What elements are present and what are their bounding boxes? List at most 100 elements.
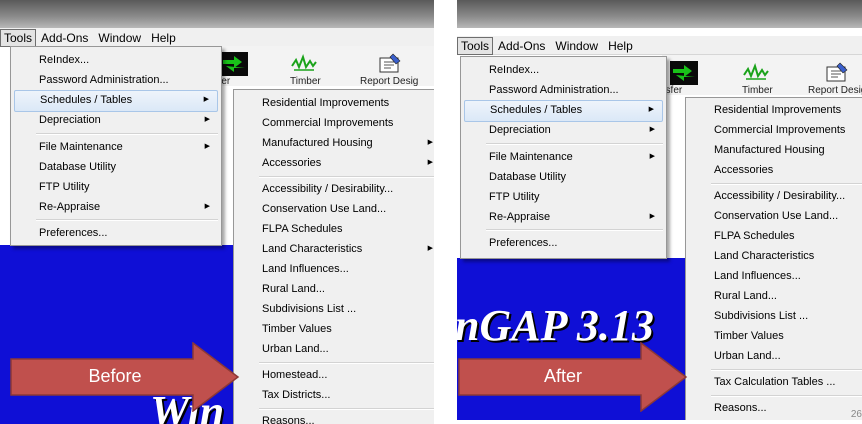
submenu-item-land-influences[interactable]: Land Influences...	[689, 266, 862, 286]
menu-separator	[259, 408, 434, 410]
submenu-item-flpa-schedules[interactable]: FLPA Schedules	[237, 219, 434, 239]
menu-item-reindex[interactable]: ReIndex...	[464, 60, 663, 80]
submenu-item-subdivisions-list[interactable]: Subdivisions List ...	[689, 306, 862, 326]
report-designer-icon[interactable]	[822, 61, 850, 85]
menu-help[interactable]: Help	[603, 38, 638, 54]
submenu-item-urban-land[interactable]: Urban Land...	[237, 339, 434, 359]
menu-window[interactable]: Window	[550, 38, 603, 54]
submenu-item-tax-calculation-tables[interactable]: Tax Calculation Tables ...	[689, 372, 862, 392]
submenu-arrow-icon: ▶	[427, 159, 433, 166]
window-top-strip	[0, 0, 434, 28]
submenu-item-accessories[interactable]: Accessories▶	[689, 160, 862, 180]
menu-item-file-maintenance[interactable]: File Maintenance ▶	[464, 147, 663, 167]
menu-add-ons[interactable]: Add-Ons	[493, 38, 550, 54]
menu-item-label: Password Administration...	[39, 74, 169, 86]
menu-item-label: Depreciation	[489, 124, 551, 136]
submenu-item-commercial-improvements[interactable]: Commercial Improvements	[237, 113, 434, 133]
submenu-item-residential-improvements[interactable]: Residential Improvements	[237, 93, 434, 113]
menu-item-label: Land Characteristics	[262, 243, 363, 255]
window-top-strip	[457, 0, 862, 28]
menu-window[interactable]: Window	[93, 30, 146, 46]
submenu-arrow-icon: ▶	[648, 106, 654, 113]
menu-item-label: Accessibility / Desirability...	[714, 190, 846, 202]
after-callout-arrow: After	[458, 342, 688, 412]
menu-item-label: Timber Values	[262, 323, 332, 335]
submenu-arrow-icon: ▶	[649, 213, 655, 220]
submenu-item-urban-land[interactable]: Urban Land...	[689, 346, 862, 366]
report-designer-icon[interactable]	[375, 52, 403, 76]
timber-icon[interactable]	[742, 61, 770, 85]
submenu-item-flpa-schedules[interactable]: FLPA Schedules	[689, 226, 862, 246]
submenu-item-reasons[interactable]: Reasons...	[237, 411, 434, 424]
menu-item-depreciation[interactable]: Depreciation ▶	[14, 110, 218, 130]
menu-separator	[486, 143, 663, 145]
submenu-item-rural-land[interactable]: Rural Land...	[237, 279, 434, 299]
submenu-arrow-icon: ▶	[649, 153, 655, 160]
menu-separator	[711, 395, 862, 397]
menu-item-depreciation[interactable]: Depreciation ▶	[464, 120, 663, 140]
timber-icon[interactable]	[290, 52, 318, 76]
submenu-item-accessibility-desirability[interactable]: Accessibility / Desirability...	[237, 179, 434, 199]
menu-separator	[711, 183, 862, 185]
menu-item-database-utility[interactable]: Database Utility	[464, 167, 663, 187]
menu-item-file-maintenance[interactable]: File Maintenance ▶	[14, 137, 218, 157]
submenu-item-conservation-use-land[interactable]: Conservation Use Land...	[689, 206, 862, 226]
timber-label: Timber	[742, 85, 773, 96]
menu-item-label: Reasons...	[262, 415, 315, 424]
menu-item-schedules-tables[interactable]: Schedules / Tables ▶	[14, 90, 218, 112]
submenu-item-land-characteristics[interactable]: Land Characteristics▶	[689, 246, 862, 266]
schedules-submenu: Residential Improvements Commercial Impr…	[233, 89, 434, 424]
menu-tools[interactable]: Tools	[457, 37, 494, 55]
menu-item-re-appraise[interactable]: Re-Appraise ▶	[464, 207, 663, 227]
submenu-arrow-icon: ▶	[204, 203, 210, 210]
submenu-item-land-influences[interactable]: Land Influences...	[237, 259, 434, 279]
submenu-item-homestead[interactable]: Homestead...	[237, 365, 434, 385]
submenu-arrow-icon: ▶	[427, 245, 433, 252]
menu-item-label: Urban Land...	[262, 343, 329, 355]
submenu-item-commercial-improvements[interactable]: Commercial Improvements	[689, 120, 862, 140]
menu-item-password-admin[interactable]: Password Administration...	[464, 80, 663, 100]
report-designer-label: Report Desig	[360, 76, 419, 87]
menu-help[interactable]: Help	[146, 30, 181, 46]
submenu-item-accessories[interactable]: Accessories▶	[237, 153, 434, 173]
submenu-item-conservation-use-land[interactable]: Conservation Use Land...	[237, 199, 434, 219]
submenu-item-subdivisions-list[interactable]: Subdivisions List ...	[237, 299, 434, 319]
menu-item-label: FTP Utility	[39, 181, 90, 193]
menu-item-ftp-utility[interactable]: FTP Utility	[14, 177, 218, 197]
menu-tools[interactable]: Tools	[0, 29, 37, 47]
submenu-item-timber-values[interactable]: Timber Values	[237, 319, 434, 339]
menu-item-label: File Maintenance	[489, 151, 573, 163]
submenu-item-residential-improvements[interactable]: Residential Improvements	[689, 100, 862, 120]
menu-item-preferences[interactable]: Preferences...	[464, 233, 663, 253]
menu-item-label: Commercial Improvements	[262, 117, 394, 129]
menu-item-label: Preferences...	[489, 237, 558, 249]
menu-item-label: Schedules / Tables	[40, 94, 133, 106]
menu-item-label: Subdivisions List ...	[262, 303, 357, 315]
submenu-item-manufactured-housing[interactable]: Manufactured Housing▶	[237, 133, 434, 153]
menu-item-password-admin[interactable]: Password Administration...	[14, 70, 218, 90]
menu-item-label: Accessibility / Desirability...	[262, 183, 394, 195]
submenu-item-tax-districts[interactable]: Tax Districts...	[237, 385, 434, 405]
menu-add-ons[interactable]: Add-Ons	[36, 30, 93, 46]
menu-item-database-utility[interactable]: Database Utility	[14, 157, 218, 177]
menu-item-re-appraise[interactable]: Re-Appraise ▶	[14, 197, 218, 217]
menu-item-label: Password Administration...	[489, 84, 619, 96]
submenu-item-reasons[interactable]: Reasons...	[689, 398, 862, 418]
menu-item-label: Schedules / Tables	[490, 104, 583, 116]
submenu-item-manufactured-housing[interactable]: Manufactured Housing▶	[689, 140, 862, 160]
submenu-item-land-characteristics[interactable]: Land Characteristics ▶	[237, 239, 434, 259]
transfer-icon[interactable]	[220, 52, 248, 76]
submenu-item-rural-land[interactable]: Rural Land...	[689, 286, 862, 306]
menu-item-preferences[interactable]: Preferences...	[14, 223, 218, 243]
menu-item-label: Residential Improvements	[714, 104, 842, 116]
submenu-item-accessibility-desirability[interactable]: Accessibility / Desirability...	[689, 186, 862, 206]
timber-label: Timber	[290, 76, 321, 87]
transfer-icon[interactable]	[670, 61, 698, 85]
submenu-item-timber-values[interactable]: Timber Values	[689, 326, 862, 346]
menu-item-label: Land Influences...	[714, 270, 801, 282]
menu-item-ftp-utility[interactable]: FTP Utility	[464, 187, 663, 207]
menu-item-label: Homestead...	[262, 369, 328, 381]
menu-item-reindex[interactable]: ReIndex...	[14, 50, 218, 70]
menu-item-schedules-tables[interactable]: Schedules / Tables ▶	[464, 100, 663, 122]
before-screenshot: ToolsAdd-OnsWindowHelp nsfer Timber Repo…	[0, 0, 434, 424]
